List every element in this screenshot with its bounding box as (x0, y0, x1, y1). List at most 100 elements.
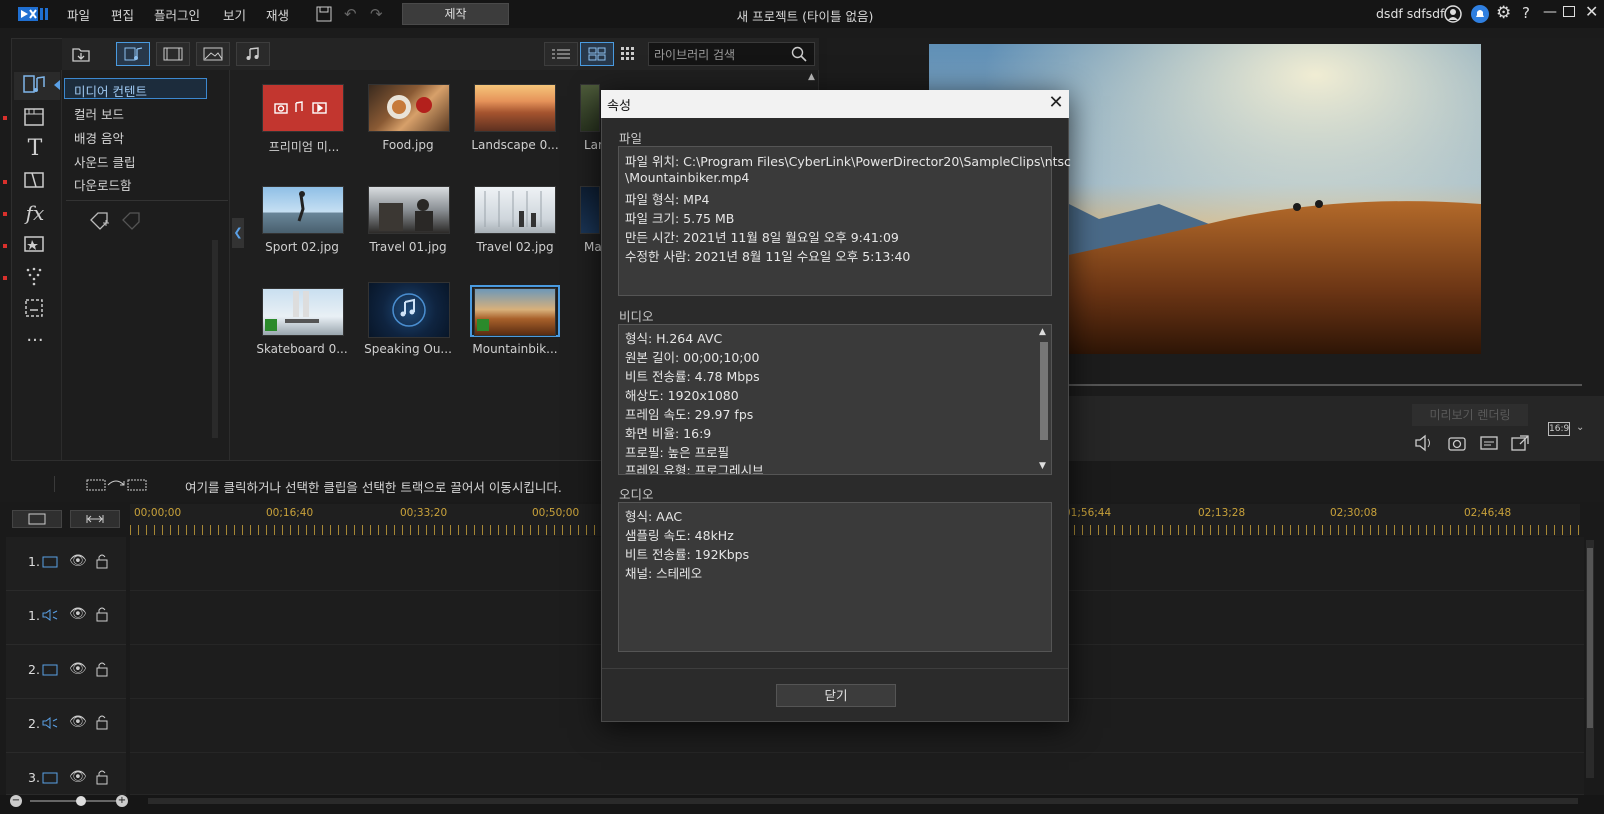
scroll-up-icon[interactable]: ▲ (1039, 327, 1046, 337)
remove-tag-icon[interactable] (120, 210, 142, 232)
tree-item-sound-clips[interactable]: 사운드 클립 (74, 152, 135, 171)
thumbnail-skateboard[interactable] (262, 288, 344, 336)
minimize-icon[interactable]: — (1543, 4, 1557, 20)
zoom-slider[interactable] (30, 800, 116, 802)
lock-icon[interactable] (95, 661, 109, 677)
track-manager-button[interactable] (12, 510, 62, 528)
effect-room-icon[interactable]: fx (22, 200, 48, 226)
render-preview-button[interactable]: 미리보기 렌더링 (1412, 404, 1528, 426)
track-lane[interactable] (130, 753, 1584, 795)
save-icon[interactable] (316, 6, 332, 22)
close-window-icon[interactable]: ✕ (1585, 2, 1598, 21)
menu-file[interactable]: 파일 (67, 5, 90, 24)
zoom-in-icon[interactable]: + (116, 795, 128, 807)
template-room-icon[interactable] (22, 105, 48, 131)
account-icon[interactable] (1444, 5, 1462, 23)
ruler-label: 00;00;00 (134, 507, 182, 519)
eye-icon[interactable]: 👁 (69, 606, 87, 622)
import-media-icon[interactable] (71, 45, 91, 63)
snapshot-icon[interactable] (1447, 434, 1467, 452)
move-clip-icon[interactable] (86, 477, 150, 493)
close-button[interactable]: 닫기 (776, 684, 896, 707)
eye-icon[interactable]: 👁 (69, 553, 87, 569)
library-search-input[interactable]: 라이브러리 검색 (648, 42, 815, 66)
notification-icon[interactable] (1471, 5, 1489, 23)
lock-icon[interactable] (95, 606, 109, 622)
media-room-icon[interactable] (22, 73, 48, 99)
video-track-icon (42, 555, 58, 569)
zoom-slider-thumb[interactable] (76, 796, 86, 806)
settings-icon[interactable]: ⚙ (1496, 3, 1511, 23)
thumbnail-speaking-out[interactable] (368, 282, 450, 338)
fit-timeline-button[interactable] (70, 510, 120, 528)
volume-icon[interactable] (1414, 434, 1434, 452)
thumbnail-landscape[interactable] (474, 84, 556, 132)
tree-item-color-board[interactable]: 컬러 보드 (74, 104, 124, 123)
lock-icon[interactable] (95, 769, 109, 785)
video-info-line: 비트 전송률: 4.78 Mbps (625, 369, 760, 384)
thumbnail-label: Food.jpg (382, 138, 434, 152)
track-number: 1. (28, 608, 40, 623)
filter-video-button[interactable] (156, 42, 190, 66)
thumbnail-travel-01[interactable] (368, 186, 450, 234)
lock-icon[interactable] (95, 714, 109, 730)
grid-view-button[interactable] (580, 42, 614, 66)
zoom-out-icon[interactable]: − (10, 795, 22, 807)
aspect-ratio-select[interactable]: 16:9 (1548, 422, 1570, 436)
eye-icon[interactable]: 👁 (69, 661, 87, 677)
tree-scrollbar[interactable] (212, 240, 218, 438)
list-view-button[interactable] (544, 42, 578, 66)
transition-room-icon[interactable] (22, 168, 48, 194)
scroll-down-icon[interactable]: ▼ (1039, 461, 1046, 471)
scrollbar-thumb[interactable] (1587, 548, 1593, 728)
subtitle-room-icon[interactable] (22, 296, 48, 322)
thumbnail-food[interactable] (368, 84, 450, 132)
search-icon[interactable] (791, 46, 807, 62)
undo-icon[interactable]: ↶ (344, 5, 357, 23)
tree-item-background-music[interactable]: 배경 음악 (74, 128, 124, 147)
maximize-icon[interactable] (1563, 6, 1575, 17)
file-info-line: 만든 시간: 2021년 11월 8일 월요일 오후 9:41:09 (625, 230, 899, 245)
collapse-panel-icon[interactable]: ❮ (232, 218, 244, 248)
dialog-title-bar[interactable] (601, 90, 1069, 118)
tree-item-downloads[interactable]: 다운로드함 (74, 175, 132, 194)
help-icon[interactable]: ? (1522, 4, 1530, 22)
more-rooms-icon[interactable]: ··· (22, 328, 48, 354)
eye-icon[interactable]: 👁 (69, 714, 87, 730)
filter-audio-button[interactable] (236, 42, 270, 66)
menu-plugins[interactable]: 플러그인 (154, 5, 200, 24)
thumbnail-landscape-2[interactable] (580, 84, 600, 132)
tree-item-media-content[interactable]: 미디어 컨텐트 (74, 81, 147, 100)
thumbnail-premium[interactable] (262, 84, 344, 132)
filter-image-button[interactable] (196, 42, 230, 66)
file-info-line: 파일 위치: C:\Program Files\CyberLink\PowerD… (625, 154, 1071, 169)
thumbnail-ma[interactable] (580, 186, 600, 234)
thumbnail-travel-02[interactable] (474, 186, 556, 234)
thumbnail-mountainbiker[interactable] (474, 288, 556, 336)
menu-edit[interactable]: 편집 (111, 5, 134, 24)
menu-view[interactable]: 보기 (223, 5, 246, 24)
title-room-icon[interactable]: T (22, 136, 48, 162)
file-info-line: 파일 형식: MP4 (625, 192, 710, 207)
pip-room-icon[interactable] (22, 232, 48, 258)
thumbnail-sport[interactable] (262, 186, 344, 234)
ruler-label: 02;46;48 (1464, 507, 1512, 519)
track-number: 2. (28, 716, 40, 731)
filter-all-media-button[interactable] (116, 42, 150, 66)
menu-playback[interactable]: 재생 (266, 5, 289, 24)
video-info-scrollbar-thumb[interactable] (1040, 342, 1048, 440)
redo-icon[interactable]: ↷ (370, 5, 383, 23)
undock-preview-icon[interactable] (1510, 434, 1530, 452)
video-track-icon (42, 771, 58, 785)
produce-button[interactable]: 제작 (402, 3, 509, 25)
subtitle-toggle-icon[interactable] (1479, 434, 1499, 452)
timeline-horizontal-scrollbar[interactable] (148, 798, 1578, 804)
thumbs-scroll-up-icon[interactable]: ▲ (808, 72, 815, 82)
more-view-icon[interactable] (620, 46, 636, 62)
lock-icon[interactable] (95, 553, 109, 569)
add-tag-icon[interactable] (88, 210, 110, 232)
chevron-down-icon[interactable]: ⌄ (1576, 422, 1584, 433)
particle-room-icon[interactable] (22, 264, 48, 290)
eye-icon[interactable]: 👁 (69, 769, 87, 785)
close-icon[interactable]: ✕ (1047, 94, 1065, 112)
